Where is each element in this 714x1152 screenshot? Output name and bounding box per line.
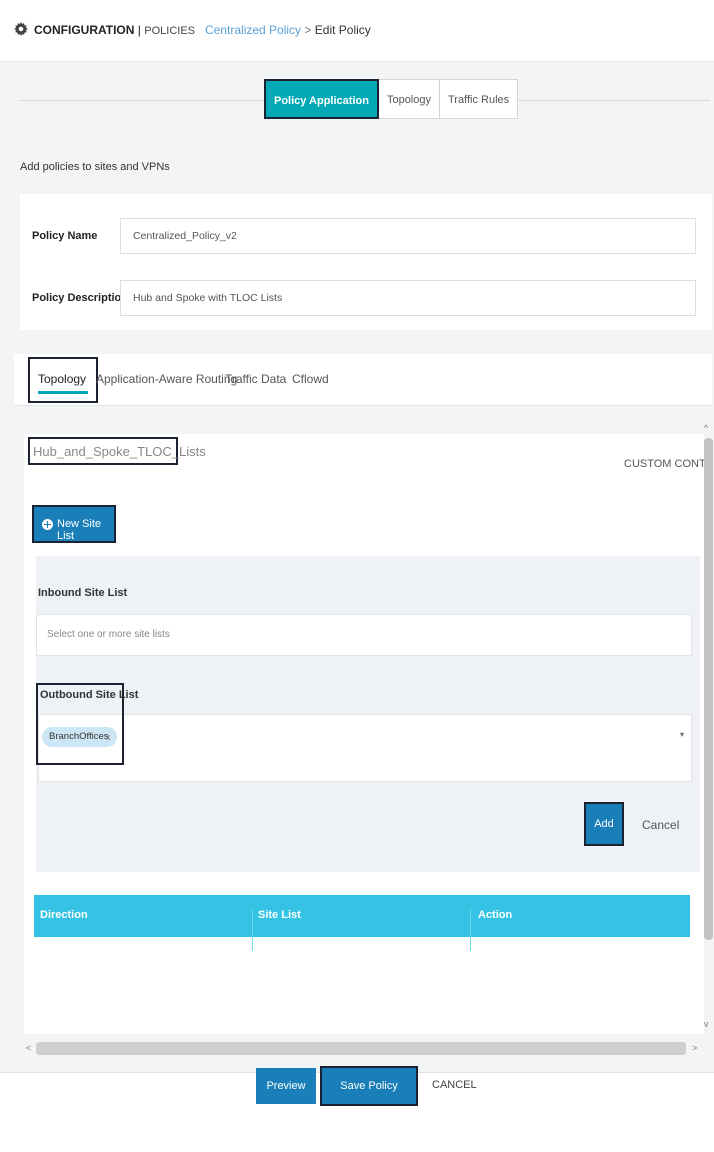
cancel-link[interactable]: Cancel xyxy=(642,818,679,832)
plus-circle-icon xyxy=(42,519,53,530)
subsection-title: POLICIES xyxy=(144,25,195,37)
policy-name-input[interactable]: Centralized_Policy_v2 xyxy=(120,218,696,254)
scroll-up-icon[interactable]: ^ xyxy=(704,423,708,433)
horizontal-scrollbar-thumb[interactable] xyxy=(36,1042,686,1055)
active-tab-underline xyxy=(38,391,88,394)
step-topology[interactable]: Topology xyxy=(378,79,440,119)
policy-name-row: Policy Name Centralized_Policy_v2 xyxy=(20,218,712,258)
site-list-table-header: Direction Site List Action xyxy=(34,895,690,951)
new-site-list-label: New Site List xyxy=(57,518,102,542)
chip-label: BranchOffices xyxy=(49,731,109,742)
wizard-steps: Policy Application Topology Traffic Rule… xyxy=(264,79,519,119)
site-list-chip: BranchOffices x xyxy=(42,727,117,747)
breadcrumb-separator: | xyxy=(137,23,141,37)
gear-icon xyxy=(14,22,28,36)
breadcrumb-link-centralized-policy[interactable]: Centralized Policy xyxy=(205,23,301,37)
tab-topology[interactable]: Topology xyxy=(38,372,86,386)
custom-control-link[interactable]: CUSTOM CONTROL xyxy=(624,458,714,470)
new-site-list-button[interactable]: New Site List xyxy=(32,505,116,543)
outbound-site-list-input[interactable] xyxy=(38,714,692,782)
policy-form: Policy Name Centralized_Policy_v2 Policy… xyxy=(20,194,712,330)
breadcrumb: CONFIGURATION | POLICIES Centralized Pol… xyxy=(34,23,371,37)
policy-tabs: Topology Application-Aware Routing Traff… xyxy=(14,354,712,406)
save-policy-changes-button[interactable]: Save Policy Changes xyxy=(320,1066,418,1128)
column-separator xyxy=(470,909,471,951)
policy-description-input[interactable]: Hub and Spoke with TLOC Lists xyxy=(120,280,696,316)
chip-remove-icon[interactable]: x xyxy=(106,727,111,747)
tab-application-aware-routing[interactable]: Application-Aware Routing xyxy=(96,372,237,386)
breadcrumb-arrow: > xyxy=(304,23,312,37)
step-traffic-rules[interactable]: Traffic Rules xyxy=(440,79,519,119)
section-title: CONFIGURATION xyxy=(34,23,135,37)
outbound-site-list-label: Outbound Site List xyxy=(40,689,139,701)
inbound-site-list-label: Inbound Site List xyxy=(38,587,128,599)
policy-description-label: Policy Description xyxy=(32,292,128,304)
column-separator xyxy=(252,909,253,951)
tab-cflowd[interactable]: Cflowd xyxy=(292,372,329,386)
topology-policy-name: Hub_and_Spoke_TLOC_Lists xyxy=(33,444,206,459)
policy-description-row: Policy Description Hub and Spoke with TL… xyxy=(20,280,712,320)
tab-traffic-data[interactable]: Traffic Data xyxy=(225,372,286,386)
vertical-scrollbar-thumb[interactable] xyxy=(704,438,713,940)
add-button[interactable]: Add xyxy=(584,802,624,846)
scroll-down-icon[interactable]: v xyxy=(704,1019,709,1029)
scroll-left-icon[interactable]: < xyxy=(26,1043,31,1053)
column-direction: Direction xyxy=(40,909,88,921)
column-site-list: Site List xyxy=(258,909,301,921)
page-header: CONFIGURATION | POLICIES Centralized Pol… xyxy=(0,0,714,62)
preview-button[interactable]: Preview xyxy=(256,1068,316,1104)
dropdown-caret-icon[interactable]: ▾ xyxy=(680,730,684,739)
inbound-site-list-input[interactable]: Select one or more site lists xyxy=(36,614,692,656)
step-policy-application[interactable]: Policy Application xyxy=(264,79,379,119)
column-action: Action xyxy=(478,909,513,921)
policy-name-label: Policy Name xyxy=(32,230,98,242)
breadcrumb-current: Edit Policy xyxy=(314,23,371,37)
scroll-right-icon[interactable]: > xyxy=(692,1043,697,1053)
cancel-button[interactable]: CANCEL xyxy=(432,1079,477,1091)
page-subtitle: Add policies to sites and VPNs xyxy=(20,161,170,173)
